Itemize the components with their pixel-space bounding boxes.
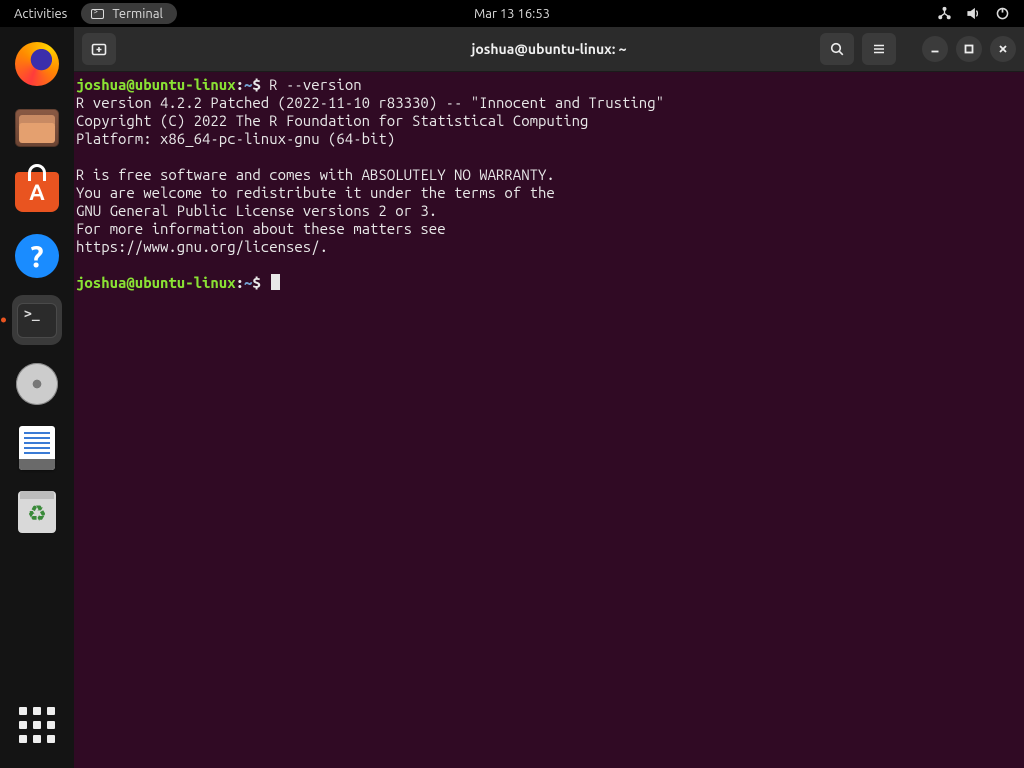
power-icon xyxy=(995,6,1010,21)
output-line: https://www.gnu.org/licenses/. xyxy=(76,238,328,255)
hamburger-menu-button[interactable] xyxy=(862,33,896,65)
show-applications-button[interactable] xyxy=(14,702,60,748)
files-icon xyxy=(15,109,59,147)
output-line: Copyright (C) 2022 The R Foundation for … xyxy=(76,112,588,129)
cursor xyxy=(271,274,280,290)
software-store-icon xyxy=(15,172,59,212)
disc-icon xyxy=(16,363,58,405)
terminal-window: joshua@ubuntu-linux: ~ joshua@ubuntu-lin… xyxy=(74,27,1024,768)
prompt-sep: : xyxy=(236,274,244,291)
titlebar: joshua@ubuntu-linux: ~ xyxy=(74,27,1024,72)
top-panel-left: Activities Terminal xyxy=(0,3,177,24)
prompt-dollar: $ xyxy=(252,76,260,93)
close-button[interactable] xyxy=(990,36,1016,62)
terminal-app-icon xyxy=(17,303,57,338)
prompt-userhost: joshua@ubuntu-linux xyxy=(76,274,236,291)
dock-files[interactable] xyxy=(12,103,62,153)
prompt-sep: : xyxy=(236,76,244,93)
output-line: You are welcome to redistribute it under… xyxy=(76,184,555,201)
dock-software[interactable] xyxy=(12,167,62,217)
dock: ? xyxy=(0,27,74,768)
terminal-icon xyxy=(91,9,104,19)
new-tab-button[interactable] xyxy=(82,33,116,65)
firefox-icon xyxy=(15,42,59,86)
help-icon: ? xyxy=(15,234,59,278)
dock-text-editor[interactable] xyxy=(12,423,62,473)
dock-trash[interactable] xyxy=(12,487,62,537)
dock-terminal[interactable] xyxy=(12,295,62,345)
minimize-button[interactable] xyxy=(922,36,948,62)
output-line: R version 4.2.2 Patched (2022-11-10 r833… xyxy=(76,94,664,111)
output-line: GNU General Public License versions 2 or… xyxy=(76,202,437,219)
topbar-app-label: Terminal xyxy=(112,7,163,21)
trash-icon xyxy=(18,491,56,533)
output-line: Platform: x86_64-pc-linux-gnu (64-bit) xyxy=(76,130,395,147)
window-title: joshua@ubuntu-linux: ~ xyxy=(471,41,626,57)
clock-text: Mar 13 16:53 xyxy=(474,7,550,21)
network-icon xyxy=(937,6,952,21)
maximize-button[interactable] xyxy=(956,36,982,62)
topbar-app-indicator[interactable]: Terminal xyxy=(81,3,177,24)
entered-command: R --version xyxy=(261,76,362,93)
dock-help[interactable]: ? xyxy=(12,231,62,281)
topbar-status-area[interactable] xyxy=(937,6,1024,21)
dock-disc[interactable] xyxy=(12,359,62,409)
volume-icon xyxy=(966,6,981,21)
output-line: R is free software and comes with ABSOLU… xyxy=(76,166,555,183)
text-editor-icon xyxy=(19,426,55,470)
prompt-userhost: joshua@ubuntu-linux xyxy=(76,76,236,93)
output-line: For more information about these matters… xyxy=(76,220,446,237)
dock-firefox[interactable] xyxy=(12,39,62,89)
topbar-clock[interactable]: Mar 13 16:53 xyxy=(474,7,550,21)
search-button[interactable] xyxy=(820,33,854,65)
terminal-body[interactable]: joshua@ubuntu-linux:~$ R --version R ver… xyxy=(74,72,1024,768)
prompt-dollar: $ xyxy=(252,274,260,291)
top-panel: Activities Terminal Mar 13 16:53 xyxy=(0,0,1024,27)
activities-button[interactable]: Activities xyxy=(14,7,67,21)
